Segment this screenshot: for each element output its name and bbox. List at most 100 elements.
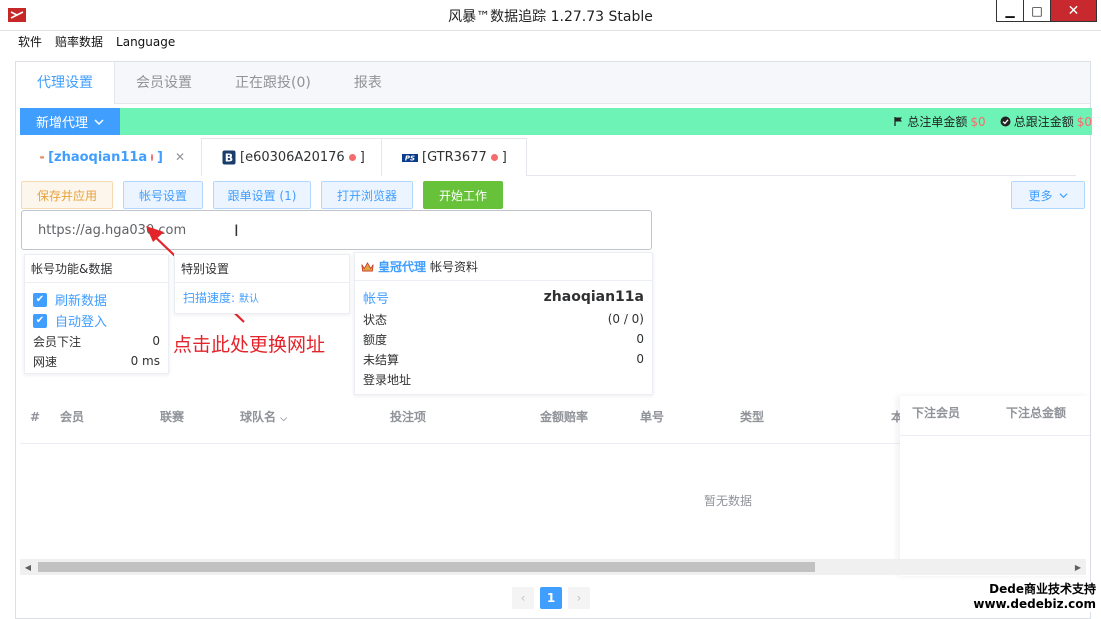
window-controls: ▁ □ ✕ — [996, 0, 1097, 22]
member-bet-row: 会员下注 0 — [25, 331, 168, 351]
total-follow-value: $0 — [1076, 114, 1092, 129]
quota-row: 额度 0 — [355, 329, 652, 349]
col-team[interactable]: 球队名 ⌵ — [240, 404, 287, 432]
menu-bar: 软件 赔率数据 Language — [0, 31, 1101, 53]
watermark: Dede商业技术支持 www.dedebiz.com — [973, 582, 1096, 612]
col-bet-member: 下注会员 — [912, 406, 961, 420]
account-settings-button[interactable]: 帐号设置 — [123, 181, 203, 209]
open-browser-button[interactable]: 打开浏览器 — [321, 181, 413, 209]
horizontal-scrollbar[interactable]: ◀ ▶ — [20, 559, 1086, 575]
auto-login-label: 自动登入 — [55, 315, 108, 330]
login-address-row: 登录地址 — [355, 369, 652, 389]
profile-header: 皇冠代理 帐号资料 — [355, 253, 652, 281]
col-order-no: 单号 — [640, 410, 665, 424]
account-functions-card: 帐号功能&数据 ✔ 刷新数据 ✔ 自动登入 会员下注 0 网速 0 ms — [24, 254, 169, 374]
menu-odds-data[interactable]: 赔率数据 — [55, 31, 103, 53]
empty-state: 暂无数据 — [704, 494, 753, 508]
quota-value: 0 — [636, 332, 644, 346]
total-bet-value: $0 — [970, 114, 986, 129]
checkmark-icon: ✔ — [33, 292, 47, 307]
quota-label: 额度 — [363, 332, 388, 347]
unsettled-label: 未结算 — [363, 352, 400, 367]
scroll-left-icon[interactable]: ◀ — [20, 559, 36, 575]
annotation-text: 点击此处更换网址 — [173, 334, 326, 356]
profile-brand: 皇冠代理 — [378, 259, 427, 274]
start-work-button[interactable]: 开始工作 — [423, 181, 503, 209]
account-tab-e60306a20176[interactable]: B [e60306A20176] — [202, 138, 382, 176]
account-tab-suffix: ] — [359, 150, 365, 165]
minimize-button[interactable]: ▁ — [997, 0, 1024, 21]
scan-speed-value[interactable]: 默认 — [239, 290, 259, 305]
col-team-label: 球队名 — [240, 410, 277, 424]
chevron-down-icon — [1058, 192, 1068, 198]
total-bet: 总注单金额 $0 — [893, 113, 986, 130]
scroll-thumb[interactable] — [38, 562, 815, 572]
status-dot — [348, 154, 356, 161]
tab-proxy-settings[interactable]: 代理设置 — [16, 62, 115, 104]
col-league: 联赛 — [160, 410, 185, 424]
menu-software[interactable]: 软件 — [18, 31, 42, 53]
col-amount-odds: 金额赔率 — [540, 410, 589, 424]
totals-summary: 总注单金额 $0 总跟注金额 $0 — [893, 108, 1092, 135]
account-tab-label: [GTR3677 — [422, 150, 487, 165]
add-proxy-button[interactable]: 新增代理 — [20, 108, 120, 135]
card-title: 帐号功能&数据 — [25, 255, 168, 283]
status-value: (0 / 0) — [607, 312, 644, 326]
col-type: 类型 — [740, 410, 765, 424]
login-url-input[interactable]: https://ag.hga030.com I — [21, 210, 652, 250]
next-page-button[interactable]: › — [568, 587, 590, 609]
more-button[interactable]: 更多 — [1011, 181, 1085, 209]
account-profile-card: 皇冠代理 帐号资料 帐号 zhaoqian11a 状态 (0 / 0) 额度 0… — [354, 252, 653, 395]
more-label: 更多 — [1028, 188, 1053, 203]
login-address-label: 登录地址 — [363, 372, 412, 387]
ps-logo-icon: PS — [402, 153, 418, 162]
account-tabs: [zhaoqian11a] ✕ B [e60306A20176] PS [GTR… — [20, 138, 1076, 176]
checkmark-icon: ✔ — [33, 313, 47, 328]
col-member: 会员 — [60, 410, 85, 424]
total-follow: 总跟注金额 $0 — [1000, 113, 1092, 130]
total-follow-label: 总跟注金额 — [1013, 115, 1074, 129]
pagination: ‹ 1 › — [512, 587, 590, 609]
network-speed-row: 网速 0 ms — [25, 351, 168, 371]
sort-icon: ⌵ — [280, 414, 288, 424]
profile-title: 帐号资料 — [430, 259, 479, 274]
prev-page-button[interactable]: ‹ — [512, 587, 534, 609]
account-tab-label: [zhaoqian11a — [48, 149, 148, 165]
col-bet-item: 投注项 — [390, 410, 427, 424]
status-label: 状态 — [363, 312, 388, 327]
close-button[interactable]: ✕ — [1051, 0, 1096, 21]
proxy-toolbar: 新增代理 总注单金额 $0 总跟注金额 $0 — [20, 108, 1092, 135]
follow-settings-button[interactable]: 跟单设置 (1) — [213, 181, 311, 209]
network-speed-label: 网速 — [33, 354, 58, 369]
refresh-data-label: 刷新数据 — [55, 294, 108, 309]
check-circle-icon — [1000, 116, 1011, 127]
refresh-data-checkbox[interactable]: ✔ 刷新数据 — [25, 289, 168, 310]
bet365-logo-icon: B — [222, 150, 236, 165]
account-tab-gtr3677[interactable]: PS [GTR3677] — [382, 138, 527, 176]
watermark-line1: Dede商业技术支持 — [989, 582, 1096, 596]
status-row: 状态 (0 / 0) — [355, 309, 652, 329]
account-tab-label: [e60306A20176 — [240, 150, 345, 165]
svg-text:PS: PS — [405, 154, 415, 162]
tab-member-settings[interactable]: 会员设置 — [115, 62, 214, 104]
tab-reports[interactable]: 报表 — [333, 62, 404, 104]
status-dot — [151, 153, 153, 161]
menu-language[interactable]: Language — [116, 31, 175, 53]
watermark-line2: www.dedebiz.com — [973, 597, 1096, 611]
network-speed-value: 0 ms — [130, 354, 160, 368]
scan-speed-label[interactable]: 扫描速度: — [183, 289, 235, 306]
close-tab-icon[interactable]: ✕ — [175, 150, 185, 164]
col-index: # — [30, 410, 41, 424]
member-bet-value: 0 — [152, 334, 160, 348]
account-tab-suffix: ] — [156, 149, 163, 165]
page-1-button[interactable]: 1 — [540, 587, 562, 609]
auto-login-checkbox[interactable]: ✔ 自动登入 — [25, 310, 168, 331]
scroll-right-icon[interactable]: ▶ — [1070, 559, 1086, 575]
maximize-button[interactable]: □ — [1024, 0, 1051, 21]
add-proxy-label: 新增代理 — [35, 116, 88, 131]
window-title: 风暴™数据追踪 1.27.73 Stable — [448, 9, 653, 25]
save-apply-button[interactable]: 保存并应用 — [21, 181, 113, 209]
tab-following[interactable]: 正在跟投(0) — [214, 62, 333, 104]
account-value: zhaoqian11a — [543, 289, 644, 305]
account-tab-zhaoqian11a[interactable]: [zhaoqian11a] ✕ — [20, 138, 202, 176]
